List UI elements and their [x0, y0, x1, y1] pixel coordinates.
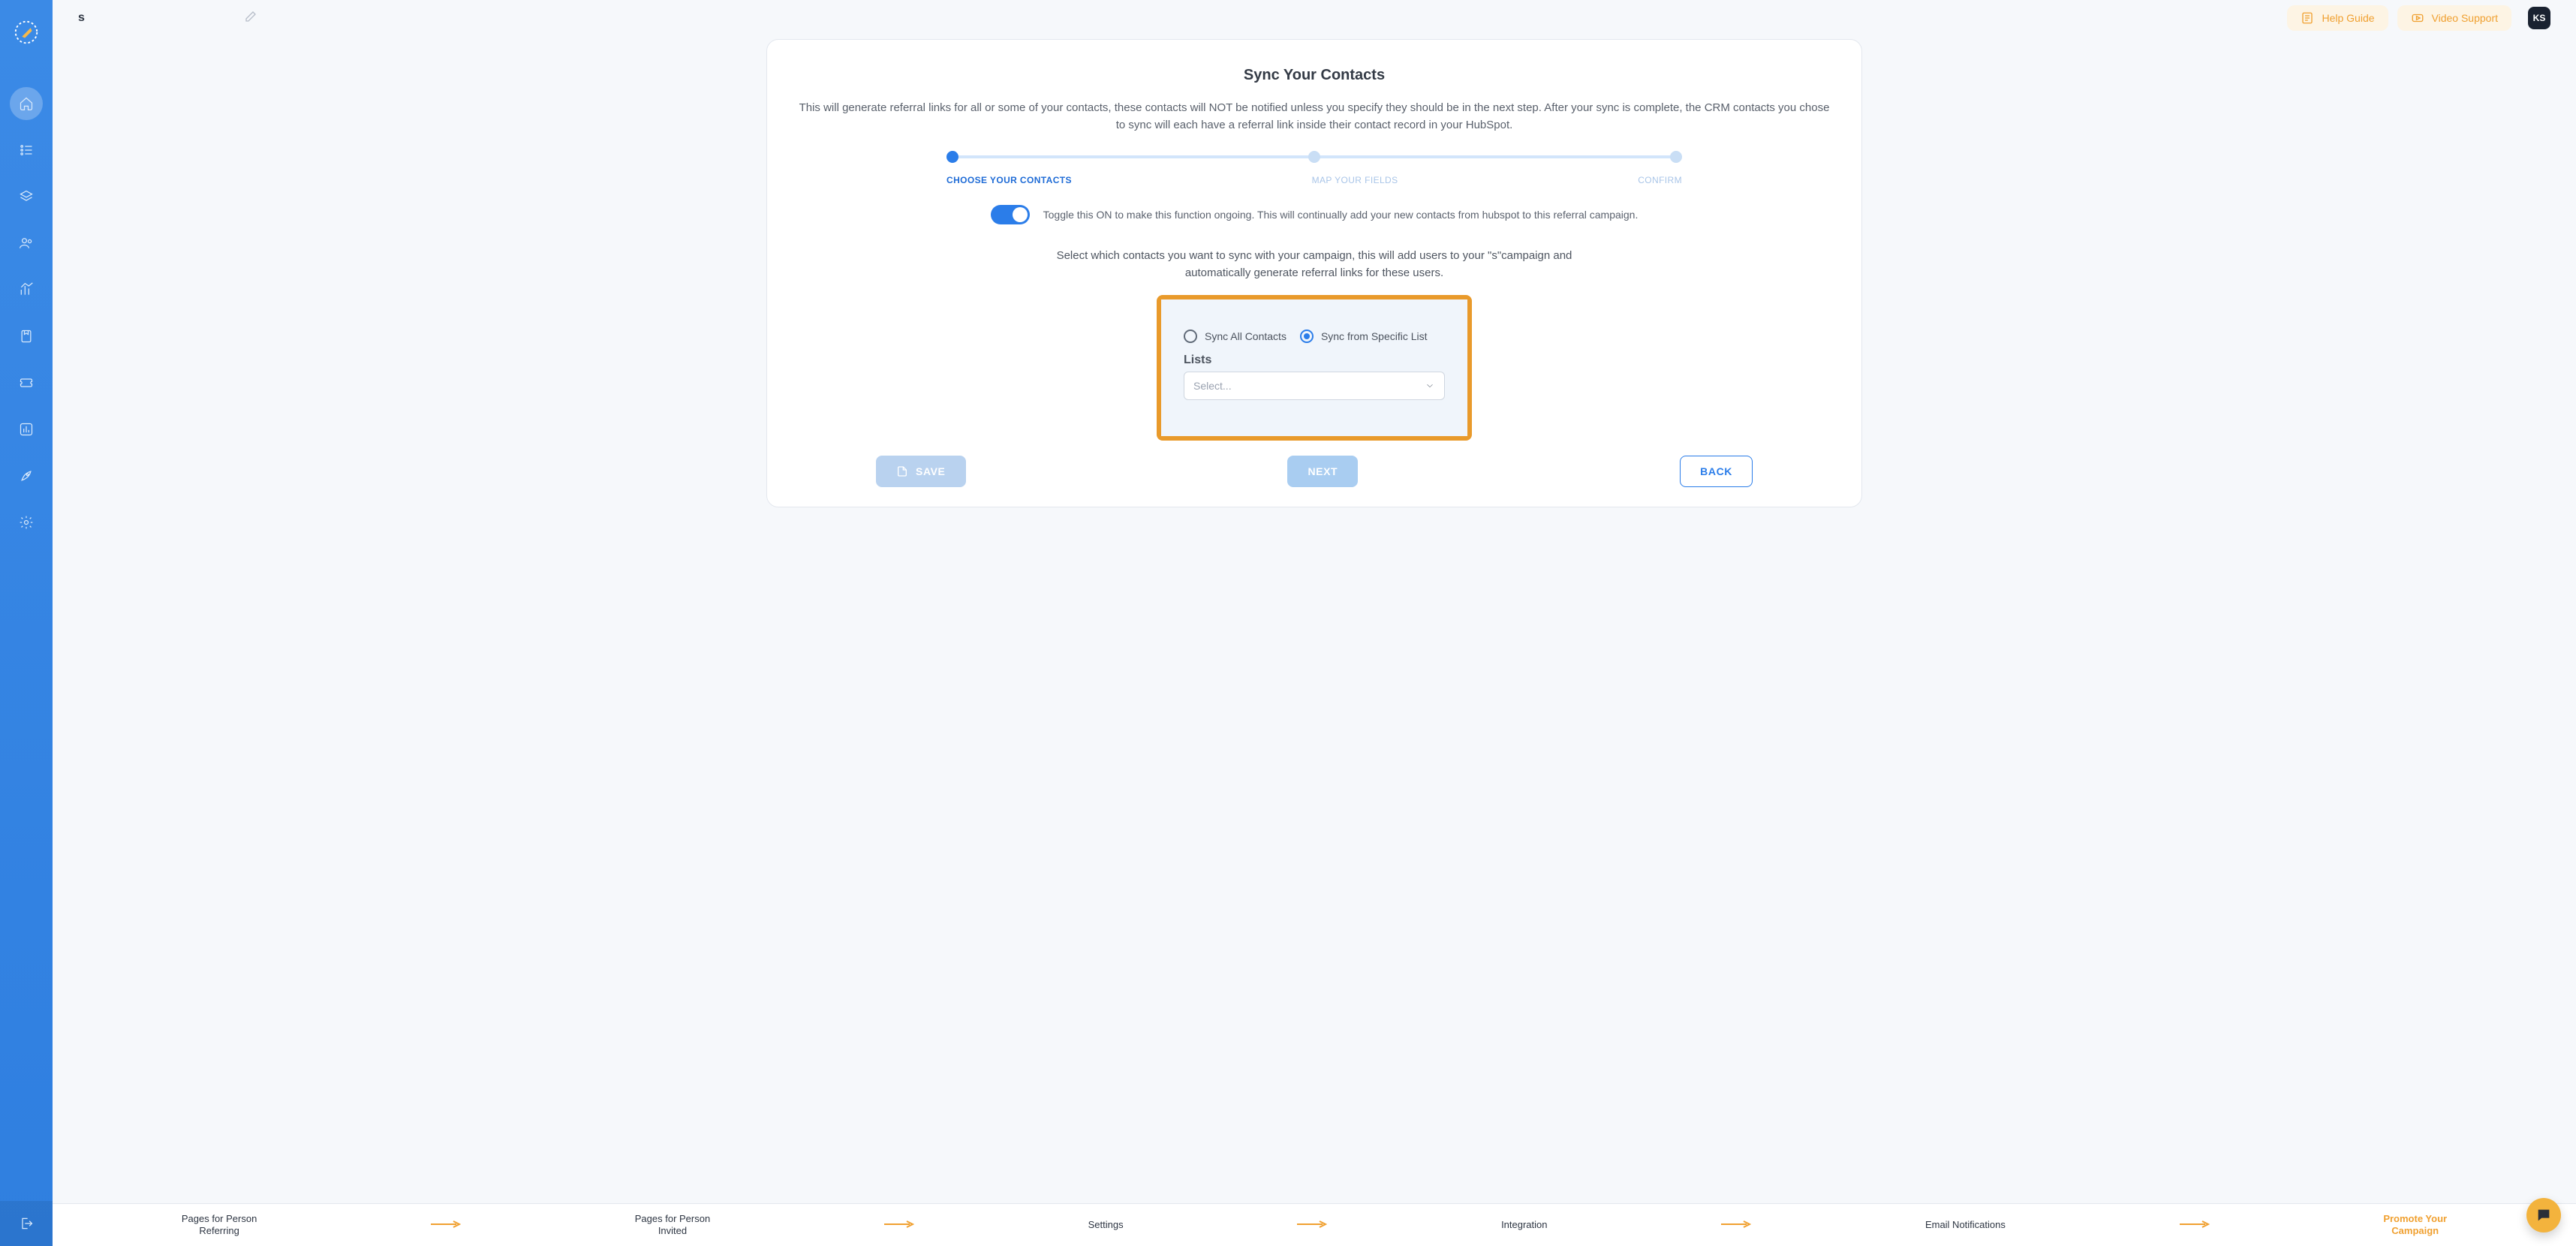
nav-users-icon[interactable] [10, 227, 43, 260]
nav-bookmark-icon[interactable] [10, 320, 43, 353]
main: s Help Guide Video Support KS Sync Your … [53, 0, 2576, 1246]
nav-ticket-icon[interactable] [10, 366, 43, 399]
lists-select-placeholder: Select... [1193, 380, 1232, 392]
arrow-icon [2180, 1219, 2210, 1230]
next-button-label: NEXT [1308, 465, 1338, 477]
radio-sync-list[interactable]: Sync from Specific List [1300, 330, 1428, 343]
content: Sync Your Contacts This will generate re… [53, 36, 2576, 1203]
step-label-2: MAP YOUR FIELDS [1312, 175, 1398, 185]
step-dot-3 [1670, 151, 1682, 163]
back-button[interactable]: BACK [1680, 456, 1753, 487]
sync-card: Sync Your Contacts This will generate re… [766, 39, 1862, 507]
page-description: This will generate referral links for al… [796, 99, 1832, 134]
lists-select[interactable]: Select... [1184, 372, 1445, 400]
back-button-label: BACK [1700, 465, 1732, 477]
ongoing-toggle-row: Toggle this ON to make this function ong… [788, 205, 1840, 224]
radio-dot-selected [1300, 330, 1314, 343]
sidebar-nav [10, 87, 43, 539]
radio-sync-all-label: Sync All Contacts [1205, 330, 1286, 342]
action-row: SAVE NEXT BACK [871, 456, 1757, 487]
arrow-icon [1721, 1219, 1751, 1230]
progress-breadcrumb: Pages for Person Referring Pages for Per… [53, 1203, 2576, 1246]
user-avatar[interactable]: KS [2528, 7, 2550, 29]
nav-settings-icon[interactable] [10, 506, 43, 539]
chevron-down-icon [1425, 381, 1435, 391]
next-button[interactable]: NEXT [1287, 456, 1358, 487]
save-button-label: SAVE [916, 465, 946, 477]
crumb-pages-referring[interactable]: Pages for Person Referring [182, 1213, 257, 1238]
radio-sync-all[interactable]: Sync All Contacts [1184, 330, 1286, 343]
step-label-3: CONFIRM [1638, 175, 1682, 185]
radio-sync-list-label: Sync from Specific List [1321, 330, 1428, 342]
save-icon [896, 465, 908, 477]
nav-graph-icon[interactable] [10, 413, 43, 446]
crumb-email-notifications[interactable]: Email Notifications [1925, 1219, 2006, 1231]
campaign-title: s [78, 11, 85, 25]
crumb-promote-campaign[interactable]: Promote Your Campaign [2383, 1213, 2447, 1238]
crumb-settings[interactable]: Settings [1088, 1219, 1124, 1231]
sidebar [0, 0, 53, 1246]
help-guide-button[interactable]: Help Guide [2287, 5, 2388, 31]
chat-bubble-button[interactable] [2526, 1198, 2561, 1232]
step-dot-1 [946, 151, 958, 163]
nav-rocket-icon[interactable] [10, 459, 43, 492]
crumb-integration[interactable]: Integration [1501, 1219, 1547, 1231]
lists-label: Lists [1184, 354, 1445, 367]
page-title: Sync Your Contacts [788, 67, 1840, 84]
nav-list-icon[interactable] [10, 134, 43, 167]
step-label-1: CHOOSE YOUR CONTACTS [946, 175, 1072, 185]
stepper [946, 148, 1682, 169]
ongoing-toggle[interactable] [991, 205, 1030, 224]
highlighted-choice-box: Sync All Contacts Sync from Specific Lis… [1157, 295, 1472, 441]
step-dot-2 [1308, 151, 1320, 163]
nav-stack-icon[interactable] [10, 180, 43, 213]
topbar: s Help Guide Video Support KS [53, 0, 2576, 36]
help-guide-label: Help Guide [2322, 12, 2374, 24]
app-logo [6, 12, 47, 53]
arrow-icon [884, 1219, 914, 1230]
radio-dot-unselected [1184, 330, 1197, 343]
save-button[interactable]: SAVE [876, 456, 966, 487]
choice-card: Sync All Contacts Sync from Specific Lis… [1161, 299, 1467, 436]
crumb-pages-invited[interactable]: Pages for Person Invited [635, 1213, 710, 1238]
sync-mode-radios: Sync All Contacts Sync from Specific Lis… [1184, 330, 1445, 343]
video-support-label: Video Support [2432, 12, 2498, 24]
video-support-button[interactable]: Video Support [2397, 5, 2511, 31]
select-contacts-description: Select which contacts you want to sync w… [1029, 247, 1599, 282]
arrow-icon [1297, 1219, 1327, 1230]
ongoing-toggle-description: Toggle this ON to make this function ong… [1043, 209, 1639, 221]
step-labels: CHOOSE YOUR CONTACTS MAP YOUR FIELDS CON… [946, 175, 1682, 185]
arrow-icon [431, 1219, 461, 1230]
edit-title-icon[interactable] [244, 10, 257, 27]
nav-analytics-icon[interactable] [10, 273, 43, 306]
nav-home-icon[interactable] [10, 87, 43, 120]
nav-exit-icon[interactable] [0, 1201, 53, 1246]
